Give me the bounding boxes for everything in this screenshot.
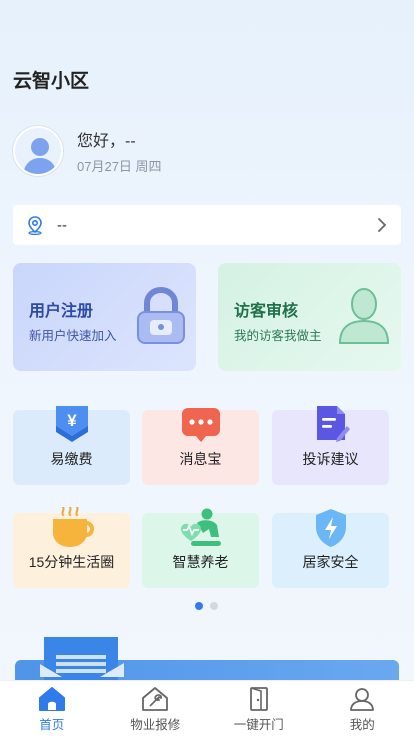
service-label: 投诉建议 — [302, 451, 359, 467]
tab-open-door[interactable]: 一键开门 — [207, 681, 311, 736]
repair-icon — [142, 687, 169, 711]
service-label: 易缴费 — [50, 451, 93, 467]
avatar[interactable] — [13, 126, 63, 176]
service-message[interactable]: 消息宝 — [142, 408, 259, 485]
complaint-icon — [316, 406, 350, 442]
visitor-review-card[interactable]: 访客审核 我的访客我做主 — [218, 263, 401, 371]
user-avatar-icon — [23, 138, 57, 174]
payment-icon: ¥ — [55, 406, 88, 442]
service-elderly-care[interactable]: 智慧养老 — [142, 508, 259, 588]
carousel-dot[interactable] — [210, 602, 218, 610]
user-info: 您好，-- 07月27日 周四 — [13, 125, 162, 177]
location-pin-icon — [28, 216, 42, 235]
door-icon — [249, 687, 268, 711]
tab-home[interactable]: 首页 — [0, 681, 104, 736]
tab-label: 我的 — [349, 718, 375, 732]
bottom-tab-bar: 首页 物业报修 一键开门 我的 — [0, 680, 414, 736]
visitor-icon — [338, 288, 390, 344]
svg-text:¥: ¥ — [67, 411, 77, 430]
tab-label: 一键开门 — [233, 718, 284, 732]
carousel-dot-active[interactable] — [195, 602, 203, 610]
elderly-care-icon — [180, 508, 221, 546]
service-complaint[interactable]: 投诉建议 — [272, 406, 389, 485]
location-selector[interactable]: -- — [13, 205, 401, 245]
greeting-text: 您好，-- — [77, 133, 136, 150]
location-text: -- — [57, 216, 67, 234]
user-register-card[interactable]: 用户注册 新用户快速加入 — [13, 263, 196, 371]
banner-illustration — [40, 637, 124, 681]
shield-icon — [315, 509, 346, 547]
service-home-safety[interactable]: 居家安全 — [272, 509, 389, 588]
service-payment[interactable]: ¥ 易缴费 — [13, 406, 130, 485]
chevron-right-icon — [378, 218, 387, 232]
carousel-indicator — [195, 602, 225, 610]
service-life-circle[interactable]: 15分钟生活圈 — [13, 507, 130, 588]
home-icon — [38, 687, 65, 711]
lock-icon — [137, 287, 185, 344]
service-label: 居家安全 — [302, 554, 359, 570]
tab-repair[interactable]: 物业报修 — [104, 681, 208, 736]
tab-label: 物业报修 — [130, 718, 181, 732]
tab-mine[interactable]: 我的 — [311, 681, 414, 736]
service-label: 智慧养老 — [172, 554, 229, 570]
message-icon — [181, 408, 220, 442]
date-text: 07月27日 周四 — [77, 159, 162, 174]
service-label: 15分钟生活圈 — [28, 554, 115, 570]
user-icon — [350, 688, 375, 711]
tab-label: 首页 — [39, 718, 65, 732]
service-label: 消息宝 — [179, 451, 222, 467]
page-title: 云智小区 — [13, 71, 90, 92]
coffee-icon — [52, 507, 94, 547]
